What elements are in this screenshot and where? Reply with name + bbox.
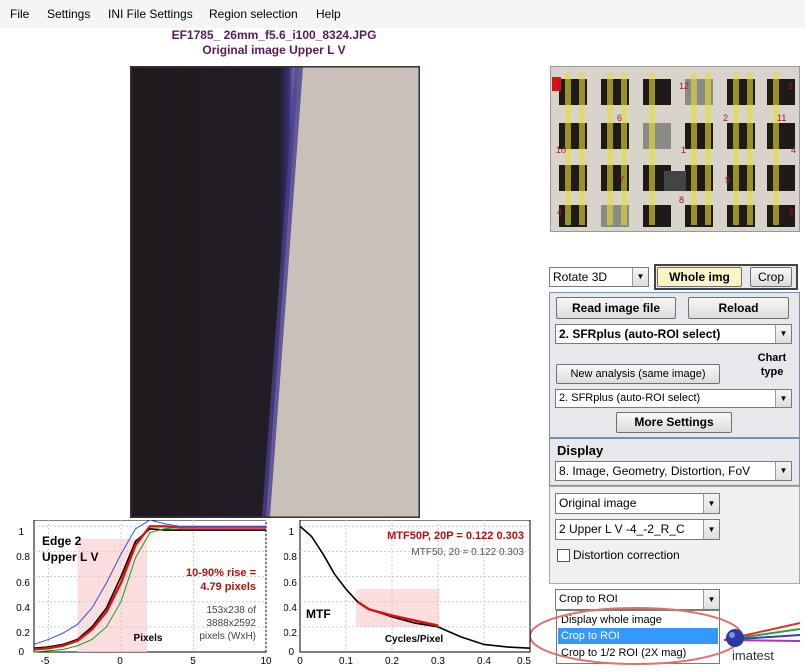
thumb-label: 9 bbox=[725, 175, 730, 185]
y-tick: 0.2 bbox=[284, 628, 297, 639]
thumb-label: 3 bbox=[788, 81, 793, 91]
rotate-select[interactable]: Rotate 3D ▼ bbox=[549, 267, 649, 287]
y-tick: 1 bbox=[288, 527, 294, 538]
x-tick: 0.2 bbox=[385, 656, 399, 667]
chevron-down-icon: ▼ bbox=[632, 268, 648, 286]
crop-button[interactable]: Crop bbox=[750, 267, 792, 287]
image-select[interactable]: Original image ▼ bbox=[555, 493, 720, 514]
thumb-label: 11 bbox=[777, 113, 786, 123]
x-tick: -5 bbox=[41, 656, 50, 667]
x-tick: 0.3 bbox=[431, 656, 445, 667]
roi-select-value: 2 Upper L V -4_-2_R_C bbox=[559, 522, 685, 536]
imatest-logo: imatest bbox=[723, 622, 801, 663]
image-select-value: Original image bbox=[559, 496, 637, 510]
display-select[interactable]: 8. Image, Geometry, Distortion, FoV ▼ bbox=[555, 461, 792, 481]
x-tick: 0 bbox=[117, 656, 123, 667]
read-image-button[interactable]: Read image file bbox=[556, 297, 676, 319]
y-tick: 0.8 bbox=[284, 552, 297, 563]
y-tick: 0.8 bbox=[16, 552, 30, 563]
thumb-label: 6 bbox=[617, 113, 622, 123]
edge-plot: 1 0.8 0.6 0.4 0.2 0 -5 0 5 10 Edge 2 Upp… bbox=[16, 520, 272, 667]
chevron-down-icon: ▼ bbox=[703, 494, 719, 513]
mtf50-label: MTF50, 20 = 0.122 0.303 bbox=[411, 547, 524, 558]
x-axis-label: Cycles/Pixel bbox=[385, 634, 444, 645]
menu-help[interactable]: Help bbox=[316, 7, 341, 21]
x-tick: 5 bbox=[190, 656, 196, 667]
x-tick: 0.4 bbox=[477, 656, 491, 667]
image-filename: EF1785_ 26mm_f5.6_i100_8324.JPG bbox=[171, 28, 377, 42]
edge-plot-title: Edge 2 bbox=[42, 534, 82, 548]
menu-file[interactable]: File bbox=[10, 7, 29, 21]
distortion-checkbox[interactable] bbox=[557, 549, 570, 562]
menu-settings[interactable]: Settings bbox=[47, 7, 90, 21]
y-tick: 0 bbox=[288, 647, 294, 658]
chevron-down-icon: ▼ bbox=[703, 520, 719, 539]
mtf-label: MTF bbox=[306, 607, 331, 621]
y-tick: 0.4 bbox=[16, 603, 30, 614]
more-settings-button[interactable]: More Settings bbox=[616, 412, 732, 433]
thumb-label: 10 bbox=[556, 145, 566, 155]
chart-thumbnail: 1 12 3 6 2 11 10 1 4 7 9 8 4 5 bbox=[550, 66, 800, 232]
highlight-ellipse bbox=[529, 607, 743, 665]
thumb-label: 4 bbox=[557, 207, 562, 217]
y-tick: 0.4 bbox=[284, 603, 297, 614]
analysis-select-value: 2. SFRplus (auto-ROI select) bbox=[559, 327, 721, 341]
mtf-plot: 1 0.8 0.6 0.4 0.2 0 0 0.1 0.2 0.3 0.4 0.… bbox=[284, 520, 531, 667]
menu-region-selection[interactable]: Region selection bbox=[209, 7, 298, 21]
reload-button[interactable]: Reload bbox=[688, 297, 789, 319]
y-tick: 0.6 bbox=[16, 578, 30, 589]
new-analysis-button[interactable]: New analysis (same image) bbox=[556, 364, 720, 384]
thumb-label: 2 bbox=[723, 113, 728, 123]
image-subtitle: Original image Upper L V bbox=[202, 43, 346, 57]
logo-text: imatest bbox=[732, 648, 774, 663]
roi-size: 153x238 of bbox=[207, 605, 257, 616]
x-axis-label: Pixels bbox=[134, 633, 163, 644]
x-tick: 0.1 bbox=[339, 656, 353, 667]
chevron-down-icon: ▼ bbox=[775, 325, 791, 343]
display-label: Display bbox=[557, 443, 604, 458]
chart-type-select-value: 2. SFRplus (auto-ROI select) bbox=[559, 392, 701, 404]
rise-value: 4.79 pixels bbox=[200, 581, 256, 593]
thumb-label: 12 bbox=[679, 81, 689, 91]
edge-image bbox=[130, 66, 420, 518]
thumb-label: 1 bbox=[681, 145, 686, 155]
menu-ini-file-settings[interactable]: INI File Settings bbox=[108, 7, 193, 21]
size-units: pixels (WxH) bbox=[199, 631, 256, 642]
thumb-label: 4 bbox=[791, 145, 796, 155]
whole-img-button[interactable]: Whole img bbox=[657, 267, 742, 287]
menu-bar: File Settings INI File Settings Region s… bbox=[0, 0, 805, 29]
x-tick: 10 bbox=[260, 656, 272, 667]
image-size: 3888x2592 bbox=[207, 618, 257, 629]
chevron-down-icon: ▼ bbox=[775, 462, 791, 480]
chart-type-label: Chart type bbox=[757, 352, 787, 378]
rise-label: 10-90% rise = bbox=[186, 567, 256, 579]
thumb-label: 7 bbox=[619, 175, 624, 185]
display-select-value: 8. Image, Geometry, Distortion, FoV bbox=[559, 464, 751, 478]
y-tick: 1 bbox=[18, 527, 24, 538]
thumb-label: 5 bbox=[789, 207, 794, 217]
x-tick: 0.5 bbox=[517, 656, 531, 667]
chevron-down-icon: ▼ bbox=[775, 390, 791, 407]
mtf50p-label: MTF50P, 20P = 0.122 0.303 bbox=[387, 530, 524, 542]
rotate-select-value: Rotate 3D bbox=[553, 270, 608, 284]
distortion-label: Distortion correction bbox=[573, 548, 680, 562]
thumb-label: 1 bbox=[557, 81, 562, 91]
y-tick: 0.6 bbox=[284, 578, 297, 589]
y-tick: 0 bbox=[18, 647, 24, 658]
y-tick: 0.2 bbox=[16, 628, 30, 639]
chart-type-select[interactable]: 2. SFRplus (auto-ROI select) ▼ bbox=[555, 389, 792, 408]
thumb-label: 8 bbox=[679, 195, 684, 205]
roi-select[interactable]: 2 Upper L V -4_-2_R_C ▼ bbox=[555, 519, 720, 540]
x-tick: 0 bbox=[297, 656, 303, 667]
edge-plot-subtitle: Upper L V bbox=[42, 550, 98, 564]
analysis-select[interactable]: 2. SFRplus (auto-ROI select) ▼ bbox=[555, 324, 792, 344]
